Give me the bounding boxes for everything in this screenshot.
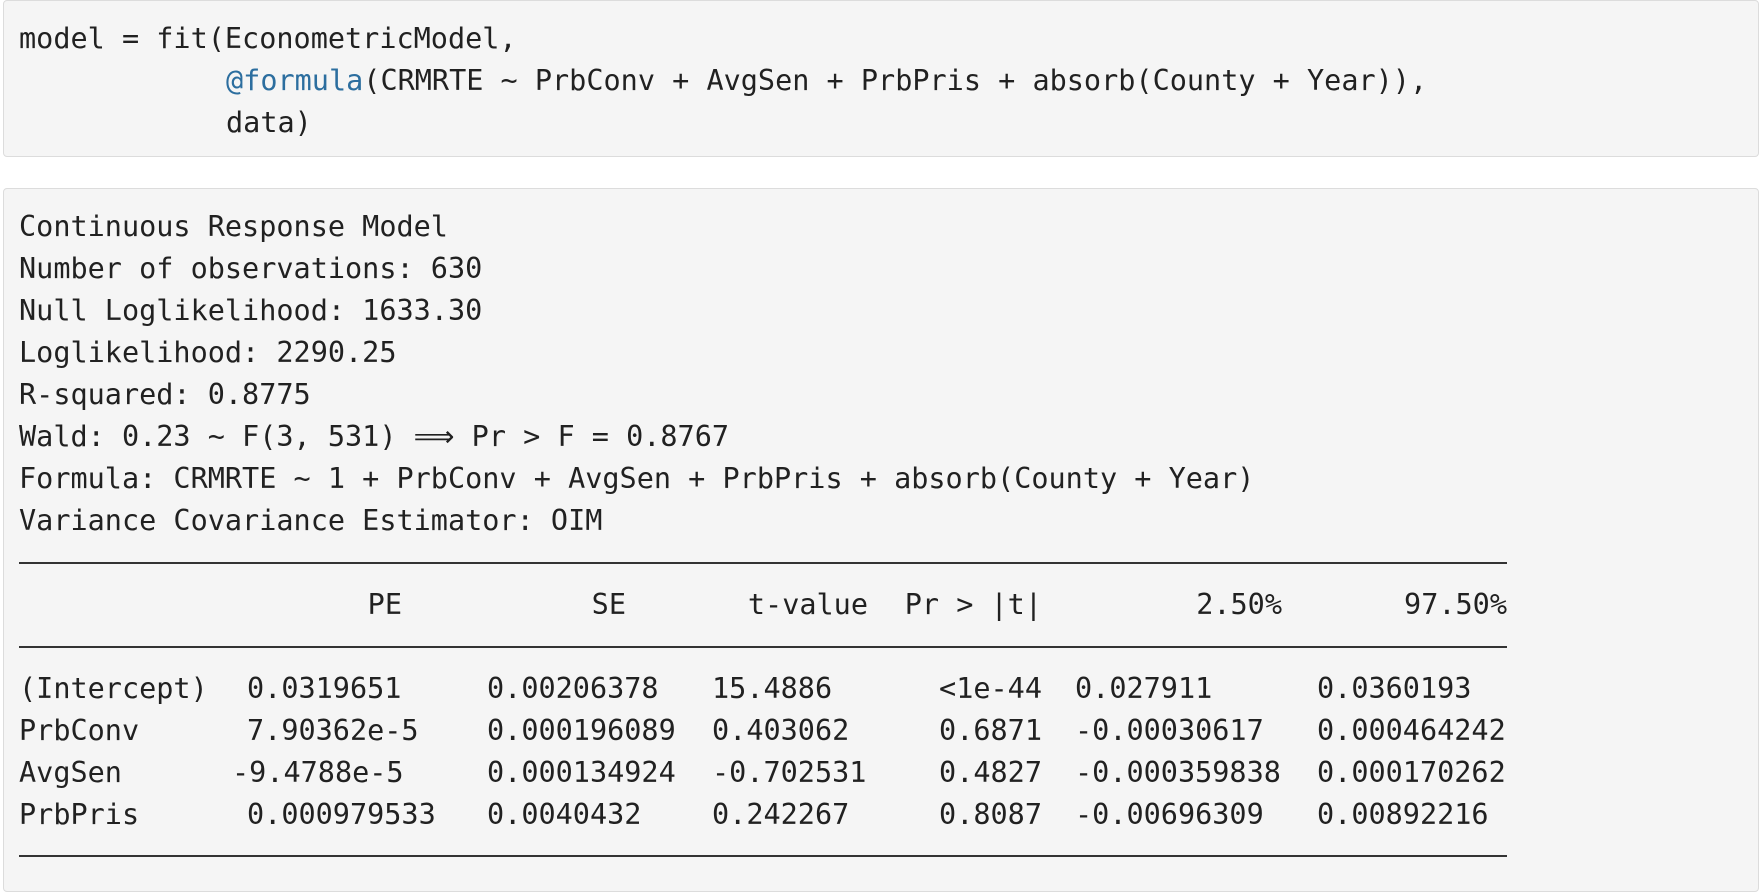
col-header-ci-upper: 97.50% <box>1404 588 1507 621</box>
col-header-p-value: Pr > |t| <box>904 588 1042 621</box>
table-cell: 0.8087 <box>939 798 1042 831</box>
r-squared: R-squared: 0.8775 <box>19 378 311 411</box>
code-line-2: @formula(CRMRTE ~ PrbConv + AvgSen + Prb… <box>226 60 1427 102</box>
wald-test: Wald: 0.23 ~ F(3, 531) ⟹ Pr > F = 0.8767 <box>19 420 730 453</box>
col-header-t-value: t-value <box>747 588 868 621</box>
table-rule-top <box>19 562 1507 564</box>
formula-line: Formula: CRMRTE ~ 1 + PrbConv + AvgSen +… <box>19 462 1255 495</box>
col-header-pe: PE <box>367 588 402 621</box>
table-cell: 0.4827 <box>939 756 1042 789</box>
row-label: PrbPris <box>19 798 140 831</box>
code-line-3: data) <box>226 106 312 139</box>
row-label: (Intercept) <box>19 672 208 705</box>
formula-macro: @formula <box>226 64 364 97</box>
table-cell: 0.000979533 <box>247 798 436 831</box>
model-type: Continuous Response Model <box>19 210 448 243</box>
output-block: Continuous Response Model Number of obse… <box>3 188 1759 892</box>
table-cell: 0.000196089 <box>487 714 676 747</box>
code-line-1: model = fit(EconometricModel, <box>19 22 517 55</box>
loglikelihood: Loglikelihood: 2290.25 <box>19 336 397 369</box>
table-cell: 15.4886 <box>712 672 833 705</box>
table-rule-mid <box>19 646 1507 648</box>
table-cell: 7.90362e-5 <box>247 714 419 747</box>
table-cell: -0.00030617 <box>1075 714 1264 747</box>
null-loglikelihood: Null Loglikelihood: 1633.30 <box>19 294 483 327</box>
table-cell: -0.000359838 <box>1075 756 1281 789</box>
col-header-ci-lower: 2.50% <box>1196 588 1282 621</box>
row-label: AvgSen <box>19 756 122 789</box>
table-cell: <1e-44 <box>939 672 1042 705</box>
col-header-se: SE <box>591 588 626 621</box>
table-cell: 0.242267 <box>712 798 850 831</box>
table-cell: 0.00206378 <box>487 672 659 705</box>
observations: Number of observations: 630 <box>19 252 483 285</box>
table-cell: 0.000134924 <box>487 756 676 789</box>
table-cell: -0.00696309 <box>1075 798 1264 831</box>
formula-expression: (CRMRTE ~ PrbConv + AvgSen + PrbPris + a… <box>363 64 1428 97</box>
vcov-estimator: Variance Covariance Estimator: OIM <box>19 504 603 537</box>
table-cell: 0.403062 <box>712 714 850 747</box>
table-cell: 0.0040432 <box>487 798 642 831</box>
code-block: model = fit(EconometricModel, @formula(C… <box>3 0 1759 157</box>
table-rule-bottom <box>19 855 1507 857</box>
table-cell: 0.000170262 <box>1317 756 1506 789</box>
table-cell: -9.4788e-5 <box>232 756 404 789</box>
table-cell: 0.027911 <box>1075 672 1213 705</box>
table-cell: 0.0360193 <box>1317 672 1472 705</box>
table-cell: -0.702531 <box>712 756 867 789</box>
table-cell: 0.0319651 <box>247 672 402 705</box>
table-cell: 0.00892216 <box>1317 798 1489 831</box>
table-cell: 0.000464242 <box>1317 714 1506 747</box>
table-cell: 0.6871 <box>939 714 1042 747</box>
row-label: PrbConv <box>19 714 140 747</box>
